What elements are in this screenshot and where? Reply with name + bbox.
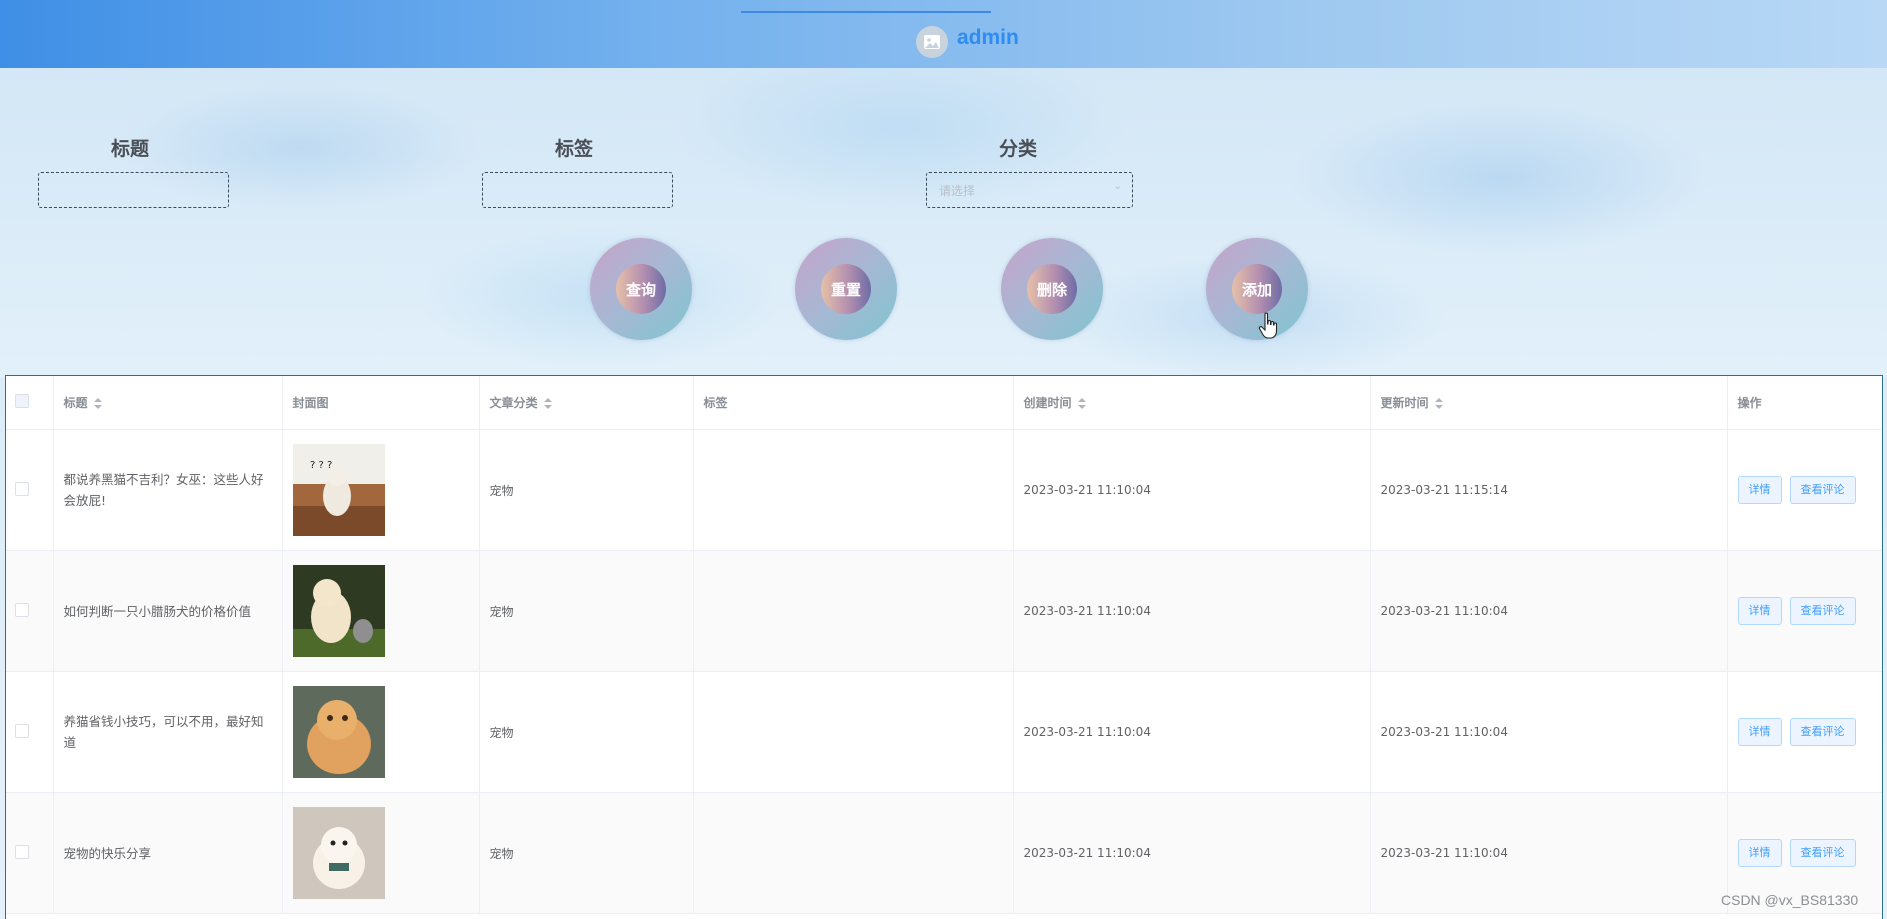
category-select[interactable]: 请选择 ⌄ <box>926 172 1133 208</box>
avatar[interactable] <box>916 26 948 58</box>
delete-button[interactable]: 删除 <box>1001 238 1103 340</box>
row-title: 宠物的快乐分享 <box>53 792 283 914</box>
row-created: 2023-03-21 11:10:04 <box>1013 550 1371 672</box>
svg-text:? ? ?: ? ? ? <box>310 460 332 471</box>
row-updated: 2023-03-21 11:15:14 <box>1370 429 1728 551</box>
row-category: 宠物 <box>479 671 694 793</box>
cover-image[interactable] <box>292 807 385 899</box>
row-updated: 2023-03-21 11:10:04 <box>1370 671 1728 793</box>
watermark: CSDN @vx_BS81330 <box>1721 892 1859 908</box>
row-category: 宠物 <box>479 792 694 914</box>
query-button-label: 查询 <box>616 264 666 314</box>
chevron-down-icon: ⌄ <box>1113 181 1122 192</box>
top-divider <box>741 11 991 13</box>
tag-field[interactable] <box>482 172 673 208</box>
row-cover: ? ? ? <box>282 429 480 551</box>
row-created: 2023-03-21 11:10:04 <box>1013 429 1371 551</box>
hand-cursor-icon <box>1258 312 1278 339</box>
view-comments-button[interactable]: 查看评论 <box>1789 718 1856 746</box>
row-created: 2023-03-21 11:10:04 <box>1013 792 1371 914</box>
articles-table: 标题 封面图 文章分类 标签 创建时间 更新时间 操作 都说养黑猫不吉利？女巫：… <box>5 375 1883 919</box>
table-header-row: 标题 封面图 文章分类 标签 创建时间 更新时间 操作 <box>6 376 1882 430</box>
col-cover: 封面图 <box>282 376 480 430</box>
table-row: 养猫省钱小技巧，可以不用，最好知道 宠物 2023-03-21 11:10:04… <box>6 671 1882 793</box>
col-title[interactable]: 标题 <box>53 376 283 430</box>
row-category: 宠物 <box>479 550 694 672</box>
row-title: 如何判断一只小腊肠犬的价格价值 <box>53 550 283 672</box>
row-tags <box>693 550 1014 672</box>
row-cover <box>282 550 480 672</box>
row-checkbox[interactable] <box>15 481 29 496</box>
reset-button-label: 重置 <box>821 264 871 314</box>
reset-button[interactable]: 重置 <box>795 238 897 340</box>
row-ops: 详情 查看评论 <box>1727 671 1882 793</box>
title-field[interactable] <box>38 172 229 208</box>
row-ops: 详情 查看评论 <box>1727 550 1882 672</box>
table-row: 如何判断一只小腊肠犬的价格价值 宠物 2023-03-21 11:10:04 2… <box>6 550 1882 672</box>
cover-image[interactable]: ? ? ? <box>292 444 385 536</box>
row-ops: 详情 查看评论 <box>1727 429 1882 551</box>
detail-button[interactable]: 详情 <box>1737 839 1782 867</box>
detail-button[interactable]: 详情 <box>1737 476 1782 504</box>
detail-button[interactable]: 详情 <box>1737 597 1782 625</box>
tag-label: 标签 <box>554 138 593 160</box>
sort-icon[interactable] <box>93 397 102 410</box>
title-label: 标题 <box>110 138 149 160</box>
col-ops: 操作 <box>1727 376 1882 430</box>
row-tags <box>693 429 1014 551</box>
title-input[interactable] <box>39 173 228 207</box>
view-comments-button[interactable]: 查看评论 <box>1789 476 1856 504</box>
top-bar: admin <box>0 0 1887 68</box>
row-category: 宠物 <box>479 429 694 551</box>
sort-icon[interactable] <box>543 397 552 410</box>
sort-icon[interactable] <box>1077 397 1086 410</box>
page-background <box>0 68 1887 378</box>
add-button-label: 添加 <box>1232 264 1282 314</box>
image-icon <box>924 35 940 49</box>
tag-input[interactable] <box>483 173 672 207</box>
row-updated: 2023-03-21 11:10:04 <box>1370 792 1728 914</box>
row-checkbox[interactable] <box>15 723 29 738</box>
table-row: 宠物的快乐分享 宠物 2023-03-21 11:10:04 2023-03-2… <box>6 792 1882 914</box>
cover-image[interactable] <box>292 565 385 657</box>
query-button[interactable]: 查询 <box>590 238 692 340</box>
col-category[interactable]: 文章分类 <box>479 376 694 430</box>
view-comments-button[interactable]: 查看评论 <box>1789 597 1856 625</box>
row-tags <box>693 792 1014 914</box>
sort-icon[interactable] <box>1434 397 1443 410</box>
col-updated[interactable]: 更新时间 <box>1370 376 1728 430</box>
category-label: 分类 <box>998 138 1037 160</box>
row-cover <box>282 671 480 793</box>
category-placeholder: 请选择 <box>939 184 976 198</box>
row-checkbox[interactable] <box>15 844 29 859</box>
row-title: 都说养黑猫不吉利？女巫：这些人好会放屁! <box>53 429 283 551</box>
detail-button[interactable]: 详情 <box>1737 718 1782 746</box>
row-checkbox[interactable] <box>15 602 29 617</box>
row-title: 养猫省钱小技巧，可以不用，最好知道 <box>53 671 283 793</box>
select-all-checkbox[interactable] <box>15 394 29 408</box>
row-cover <box>282 792 480 914</box>
row-created: 2023-03-21 11:10:04 <box>1013 671 1371 793</box>
cover-image[interactable] <box>292 686 385 778</box>
col-tags: 标签 <box>693 376 1014 430</box>
col-created[interactable]: 创建时间 <box>1013 376 1371 430</box>
delete-button-label: 删除 <box>1027 264 1077 314</box>
row-updated: 2023-03-21 11:10:04 <box>1370 550 1728 672</box>
row-tags <box>693 671 1014 793</box>
username[interactable]: admin <box>957 26 1019 50</box>
table-row: 都说养黑猫不吉利？女巫：这些人好会放屁! ? ? ? 宠物 2023-03-21… <box>6 429 1882 551</box>
view-comments-button[interactable]: 查看评论 <box>1789 839 1856 867</box>
add-button[interactable]: 添加 <box>1206 238 1308 340</box>
